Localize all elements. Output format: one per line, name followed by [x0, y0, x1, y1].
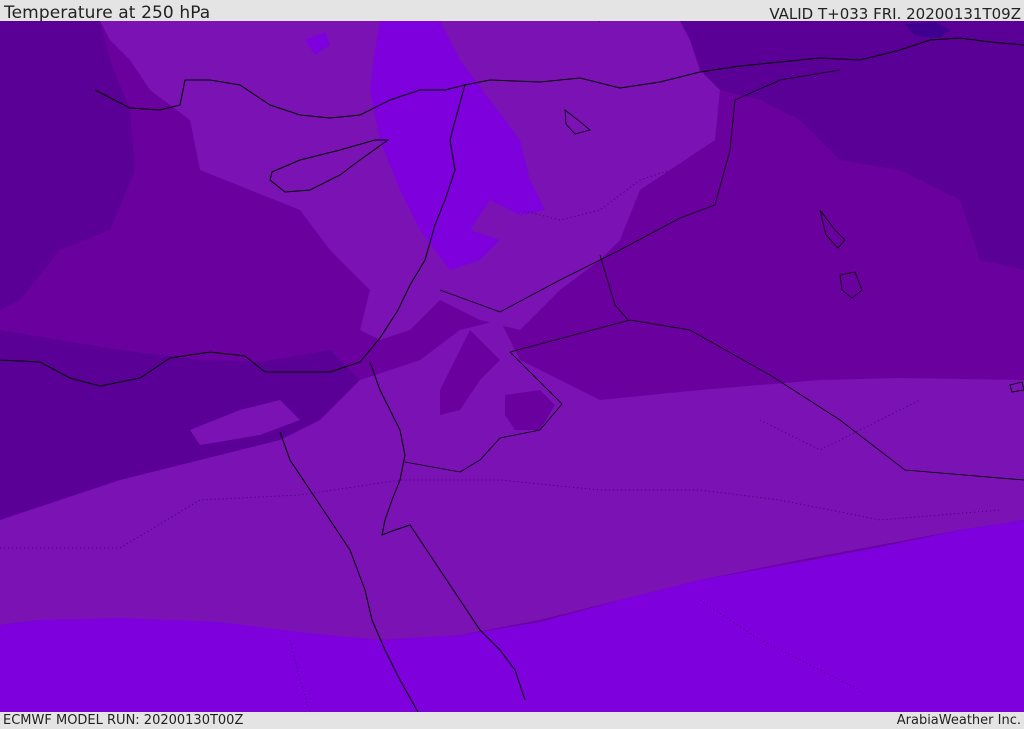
header-bar: Temperature at 250 hPa VALID T+033 FRI. … [0, 0, 1024, 23]
map-title: Temperature at 250 hPa [4, 3, 211, 23]
map-canvas [0, 21, 1024, 712]
weather-map[interactable] [0, 21, 1024, 712]
credit-label: ArabiaWeather Inc. [896, 713, 1021, 728]
footer-bar: ECMWF MODEL RUN: 20200130T00Z ArabiaWeat… [0, 712, 1024, 729]
model-run-label: ECMWF MODEL RUN: 20200130T00Z [3, 713, 244, 728]
